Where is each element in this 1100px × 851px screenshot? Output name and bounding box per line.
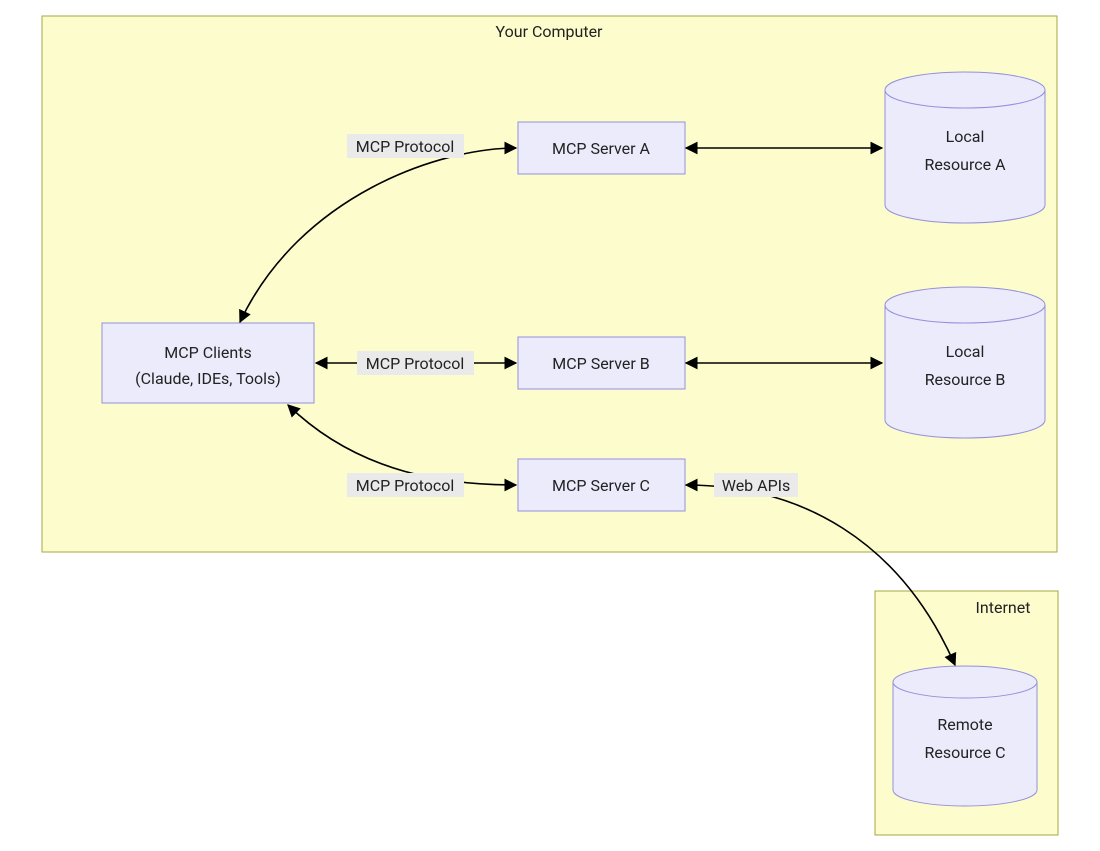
remote-resource-c-line1: Remote [937,715,992,734]
local-resource-a-line2: Resource A [924,155,1006,174]
node-remote-resource-c: Remote Resource C [893,666,1037,806]
node-local-resource-b: Local Resource B [885,287,1045,438]
remote-resource-c-line2: Resource C [924,743,1005,762]
mcp-server-c-label: MCP Server C [552,476,650,495]
mcp-server-b-label: MCP Server B [552,354,650,373]
architecture-diagram: Your Computer Internet MCP Clients (Clau… [0,0,1100,851]
node-mcp-server-b: MCP Server B [518,337,685,389]
node-mcp-server-c: MCP Server C [518,459,685,511]
node-mcp-server-a: MCP Server A [518,122,685,174]
local-resource-b-line2: Resource B [925,370,1006,389]
edge-label-proto-c: MCP Protocol [356,476,455,495]
edge-label-proto-a: MCP Protocol [356,137,455,156]
mcp-clients-line1: MCP Clients [164,343,251,362]
edge-label-webapis: Web APIs [722,476,791,495]
internet-title-text: Internet [976,598,1031,617]
local-resource-a-line1: Local [946,127,985,146]
container-title-text: Your Computer [496,22,604,41]
node-mcp-clients: MCP Clients (Claude, IDEs, Tools) [102,323,314,403]
edge-label-proto-b: MCP Protocol [366,354,465,373]
node-local-resource-a: Local Resource A [885,72,1045,223]
mcp-clients-line2: (Claude, IDEs, Tools) [135,369,281,388]
mcp-server-a-label: MCP Server A [552,139,651,158]
local-resource-b-line1: Local [946,342,985,361]
